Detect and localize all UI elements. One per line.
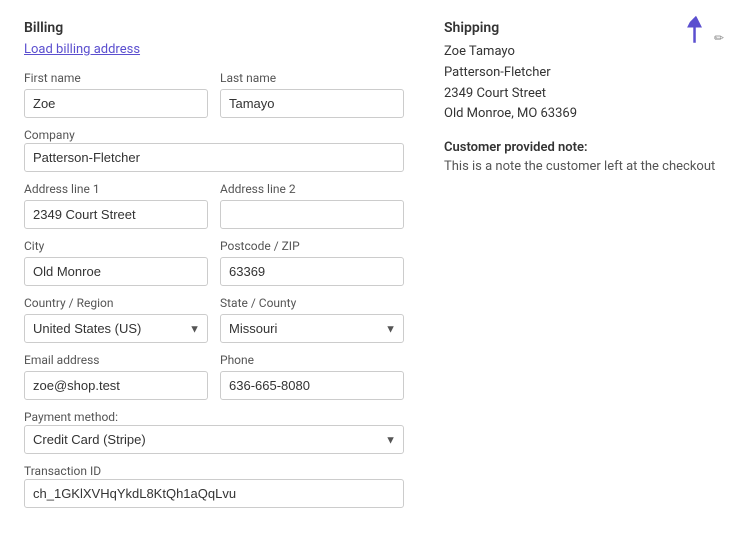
state-group: State / County Missouri ▼	[220, 296, 404, 343]
country-label: Country / Region	[24, 296, 208, 310]
state-select[interactable]: Missouri	[220, 314, 404, 343]
state-label: State / County	[220, 296, 404, 310]
postcode-label: Postcode / ZIP	[220, 239, 404, 253]
address2-label: Address line 2	[220, 182, 404, 196]
billing-title: Billing	[24, 20, 404, 36]
edit-shipping-button[interactable]: ✏	[686, 20, 724, 45]
address2-input[interactable]	[220, 200, 404, 229]
address1-input[interactable]	[24, 200, 208, 229]
address-row: Address line 1 Address line 2	[24, 182, 404, 229]
email-input[interactable]	[24, 371, 208, 400]
first-name-input[interactable]	[24, 89, 208, 118]
company-input[interactable]	[24, 143, 404, 172]
payment-method-select[interactable]: Credit Card (Stripe)	[24, 425, 404, 454]
company-label: Company	[24, 128, 75, 142]
city-input[interactable]	[24, 257, 208, 286]
payment-method-row: Payment method: Credit Card (Stripe) ▼	[24, 410, 404, 454]
shipping-section: Shipping ✏ Zoe Tamayo Patterson-Fletcher…	[444, 20, 724, 518]
payment-method-select-wrapper: Credit Card (Stripe) ▼	[24, 425, 404, 454]
company-row: Company	[24, 128, 404, 172]
address2-group: Address line 2	[220, 182, 404, 229]
address1-group: Address line 1	[24, 182, 208, 229]
city-postcode-row: City Postcode / ZIP	[24, 239, 404, 286]
country-state-row: Country / Region United States (US) ▼ St…	[24, 296, 404, 343]
country-group: Country / Region United States (US) ▼	[24, 296, 208, 343]
email-group: Email address	[24, 353, 208, 400]
transaction-id-label: Transaction ID	[24, 464, 101, 478]
city-group: City	[24, 239, 208, 286]
phone-input[interactable]	[220, 371, 404, 400]
transaction-id-row: Transaction ID	[24, 464, 404, 508]
last-name-label: Last name	[220, 71, 404, 85]
country-select[interactable]: United States (US)	[24, 314, 208, 343]
email-phone-row: Email address Phone	[24, 353, 404, 400]
phone-label: Phone	[220, 353, 404, 367]
customer-note-title: Customer provided note:	[444, 140, 724, 155]
customer-note-text: This is a note the customer left at the …	[444, 159, 724, 174]
transaction-id-input[interactable]	[24, 479, 404, 508]
arrow-icon	[681, 16, 712, 47]
edit-pencil-icon: ✏	[714, 31, 724, 45]
postcode-group: Postcode / ZIP	[220, 239, 404, 286]
shipping-name: Zoe Tamayo Patterson-Fletcher 2349 Court…	[444, 42, 724, 125]
first-name-label: First name	[24, 71, 208, 85]
address1-label: Address line 1	[24, 182, 208, 196]
first-name-group: First name	[24, 71, 208, 118]
load-billing-link[interactable]: Load billing address	[24, 42, 140, 57]
postcode-input[interactable]	[220, 257, 404, 286]
state-select-wrapper: Missouri ▼	[220, 314, 404, 343]
billing-section: Billing Load billing address First name …	[24, 20, 404, 518]
phone-group: Phone	[220, 353, 404, 400]
name-row: First name Last name	[24, 71, 404, 118]
city-label: City	[24, 239, 208, 253]
last-name-group: Last name	[220, 71, 404, 118]
country-select-wrapper: United States (US) ▼	[24, 314, 208, 343]
last-name-input[interactable]	[220, 89, 404, 118]
payment-method-label: Payment method:	[24, 410, 118, 424]
email-label: Email address	[24, 353, 208, 367]
